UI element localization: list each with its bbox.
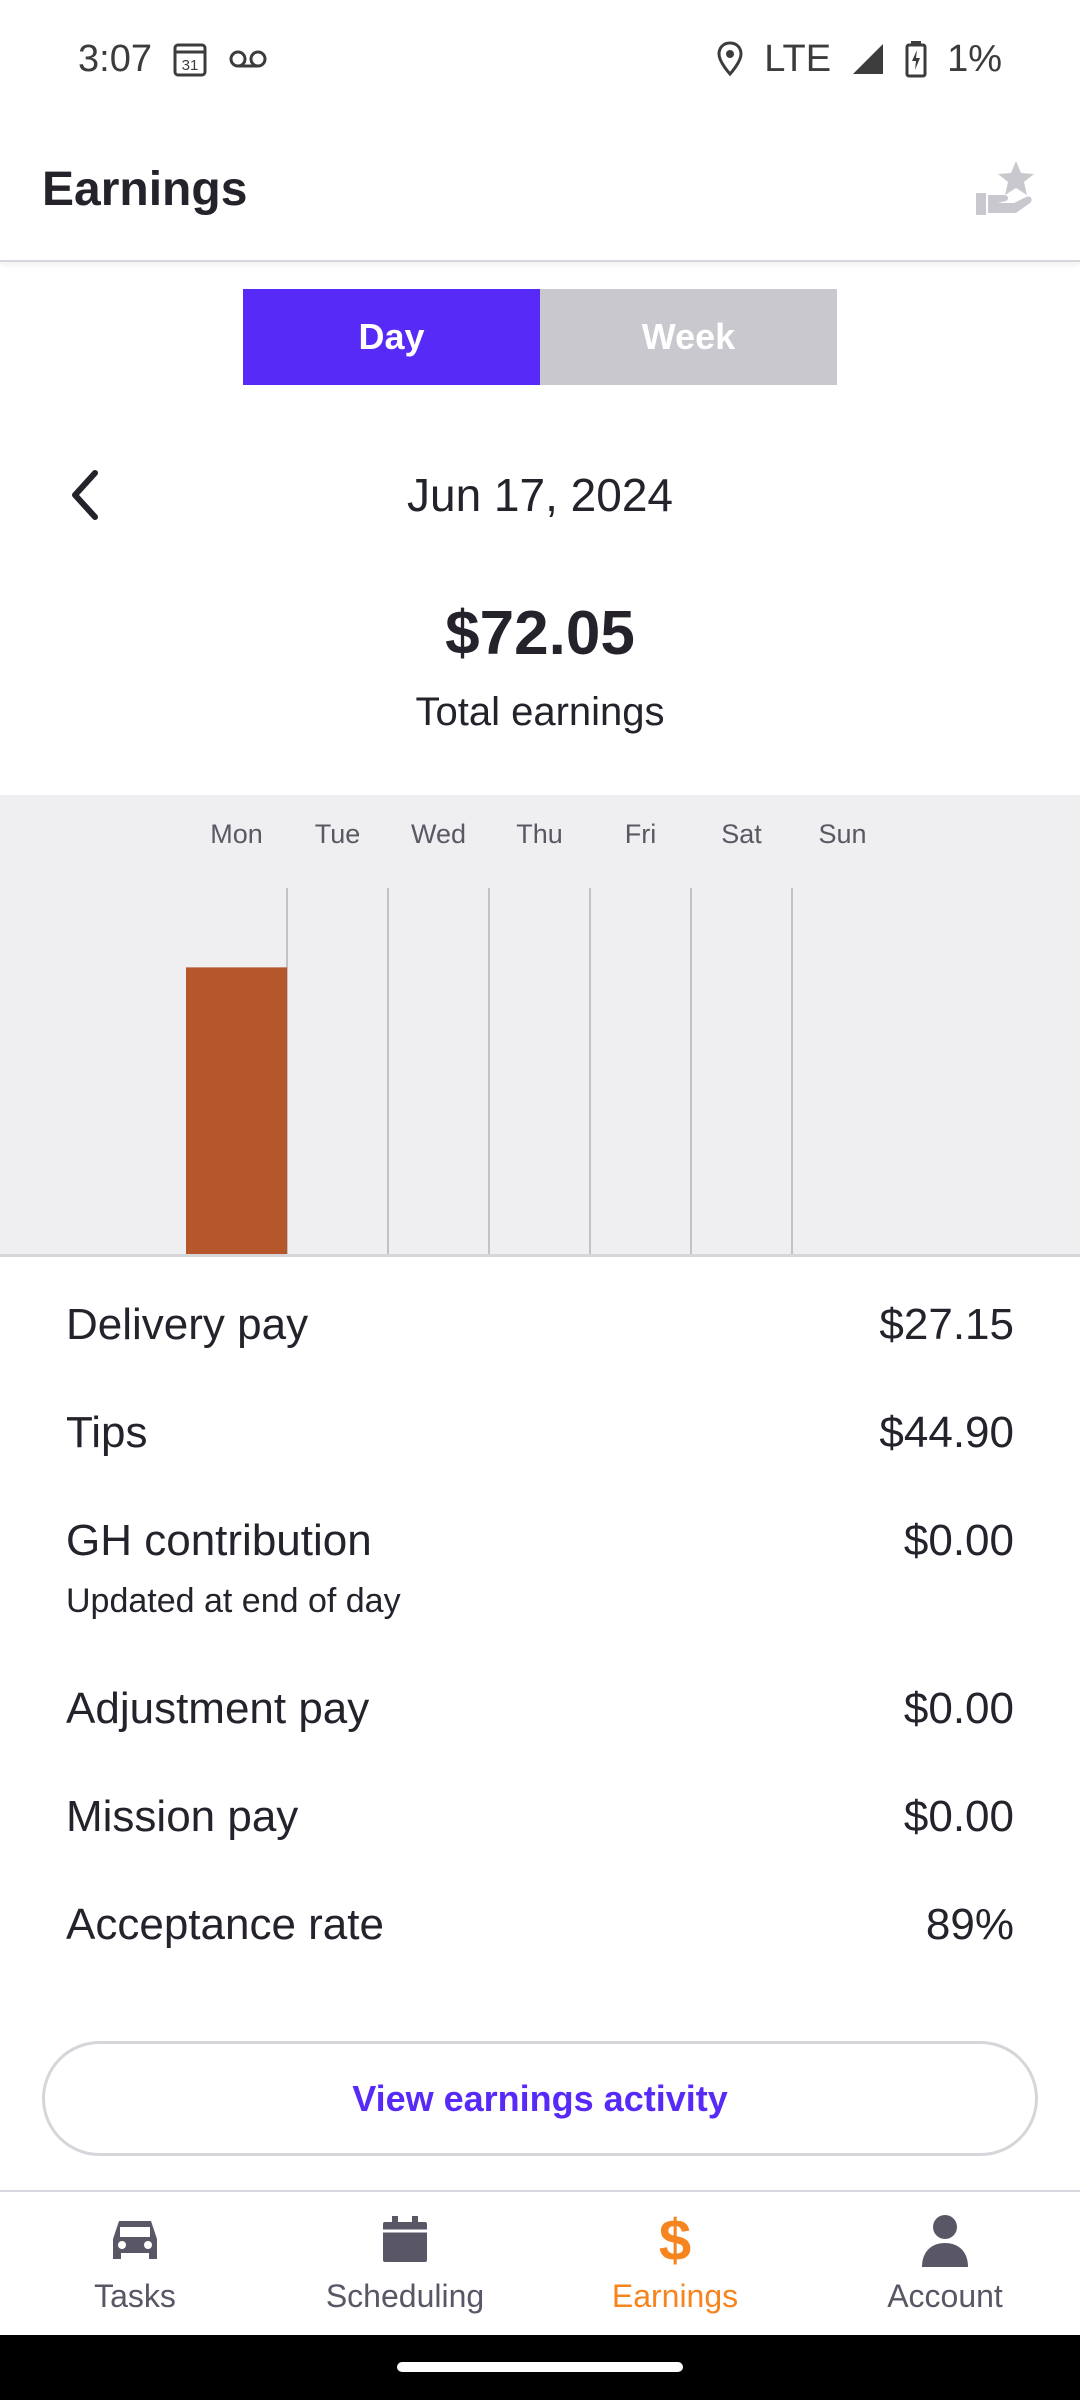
total-earnings-amount: $72.05 bbox=[445, 599, 635, 668]
row-value: $44.90 bbox=[879, 1408, 1014, 1457]
nav-label-tasks: Tasks bbox=[94, 2278, 176, 2314]
voicemail-icon bbox=[228, 47, 268, 71]
battery-icon bbox=[905, 40, 927, 78]
row-label: Acceptance rate bbox=[66, 1900, 384, 1949]
location-icon bbox=[716, 41, 744, 77]
chart-tick-label-wed: Wed bbox=[411, 819, 466, 849]
row-value: $27.15 bbox=[879, 1300, 1014, 1349]
row-value: $0.00 bbox=[903, 1792, 1014, 1841]
calendar-icon bbox=[380, 2212, 430, 2268]
earnings-breakdown: Delivery pay $27.15 Tips $44.90 GH contr… bbox=[66, 1300, 1014, 2008]
status-time: 3:07 bbox=[78, 37, 152, 80]
row-label: GH contribution bbox=[66, 1516, 372, 1565]
signal-icon bbox=[851, 42, 885, 76]
weekly-earnings-chart: Mon Tue Wed Thu Fri Sat Sun bbox=[0, 795, 1080, 1257]
chart-tick-label-mon: Mon bbox=[210, 819, 263, 849]
chart-tick-label-sun: Sun bbox=[818, 819, 866, 849]
row-label: Tips bbox=[66, 1408, 148, 1457]
nav-label-scheduling: Scheduling bbox=[325, 2278, 485, 2314]
period-toggle: Day Week bbox=[243, 289, 837, 385]
breakdown-row-delivery-pay: Delivery pay $27.15 bbox=[66, 1300, 1014, 1408]
app-bar: Earnings bbox=[0, 118, 1080, 262]
week-toggle-button[interactable]: Week bbox=[540, 289, 837, 385]
rate-star-hand-icon[interactable] bbox=[974, 159, 1038, 219]
row-value: $0.00 bbox=[903, 1516, 1014, 1565]
network-type: LTE bbox=[764, 37, 832, 80]
status-left: 3:07 31 bbox=[78, 38, 268, 81]
page-title: Earnings bbox=[42, 162, 248, 216]
dollar-icon: $ bbox=[658, 2207, 692, 2273]
chart-svg: Mon Tue Wed Thu Fri Sat Sun bbox=[186, 819, 867, 1254]
chart-tick-label-tue: Tue bbox=[315, 819, 361, 849]
chart-bar-mon[interactable] bbox=[186, 967, 287, 1254]
breakdown-row-tips: Tips $44.90 bbox=[66, 1408, 1014, 1516]
breakdown-row-adjustment-pay: Adjustment pay $0.00 bbox=[66, 1684, 1014, 1792]
calendar-icon: 31 bbox=[172, 40, 208, 78]
nav-item-earnings[interactable]: $ Earnings bbox=[540, 2192, 810, 2335]
row-label: Delivery pay bbox=[66, 1300, 309, 1349]
bottom-navigation: Tasks Scheduling $ Earnings Account bbox=[0, 2190, 1080, 2335]
nav-label-account: Account bbox=[887, 2278, 1003, 2314]
nav-item-tasks[interactable]: Tasks bbox=[0, 2192, 270, 2335]
chart-tick-label-fri: Fri bbox=[625, 819, 656, 849]
person-icon bbox=[920, 2212, 970, 2268]
chevron-left-icon[interactable] bbox=[55, 465, 115, 525]
day-toggle-button[interactable]: Day bbox=[243, 289, 540, 385]
date-navigation: Jun 17, 2024 bbox=[0, 445, 1080, 545]
status-right: LTE 1% bbox=[716, 38, 1002, 81]
nav-label-earnings: Earnings bbox=[611, 2278, 739, 2314]
row-sublabel: Updated at end of day bbox=[66, 1582, 401, 1620]
nav-item-account[interactable]: Account bbox=[810, 2192, 1080, 2335]
row-label: Mission pay bbox=[66, 1792, 299, 1841]
breakdown-row-mission-pay: Mission pay $0.00 bbox=[66, 1792, 1014, 1900]
row-value: $0.00 bbox=[903, 1684, 1014, 1733]
calendar-day-text: 31 bbox=[182, 57, 199, 74]
total-earnings-label: Total earnings bbox=[415, 690, 665, 734]
chart-tick-label-sat: Sat bbox=[721, 819, 762, 849]
selected-date: Jun 17, 2024 bbox=[406, 469, 673, 521]
nav-item-scheduling[interactable]: Scheduling bbox=[270, 2192, 540, 2335]
row-value: 89% bbox=[925, 1900, 1014, 1949]
car-icon bbox=[109, 2212, 161, 2268]
battery-percent: 1% bbox=[947, 37, 1002, 80]
home-gesture-handle[interactable] bbox=[397, 2362, 683, 2372]
breakdown-row-gh-contribution: GH contribution Updated at end of day $0… bbox=[66, 1516, 1014, 1684]
system-gesture-bar bbox=[0, 2335, 1080, 2400]
status-bar: 3:07 31 LTE 1% bbox=[0, 0, 1080, 118]
row-label: Adjustment pay bbox=[66, 1684, 370, 1733]
view-earnings-activity-button[interactable]: View earnings activity bbox=[42, 2041, 1038, 2156]
breakdown-row-acceptance-rate: Acceptance rate 89% bbox=[66, 1900, 1014, 2008]
chart-tick-label-thu: Thu bbox=[516, 819, 563, 849]
